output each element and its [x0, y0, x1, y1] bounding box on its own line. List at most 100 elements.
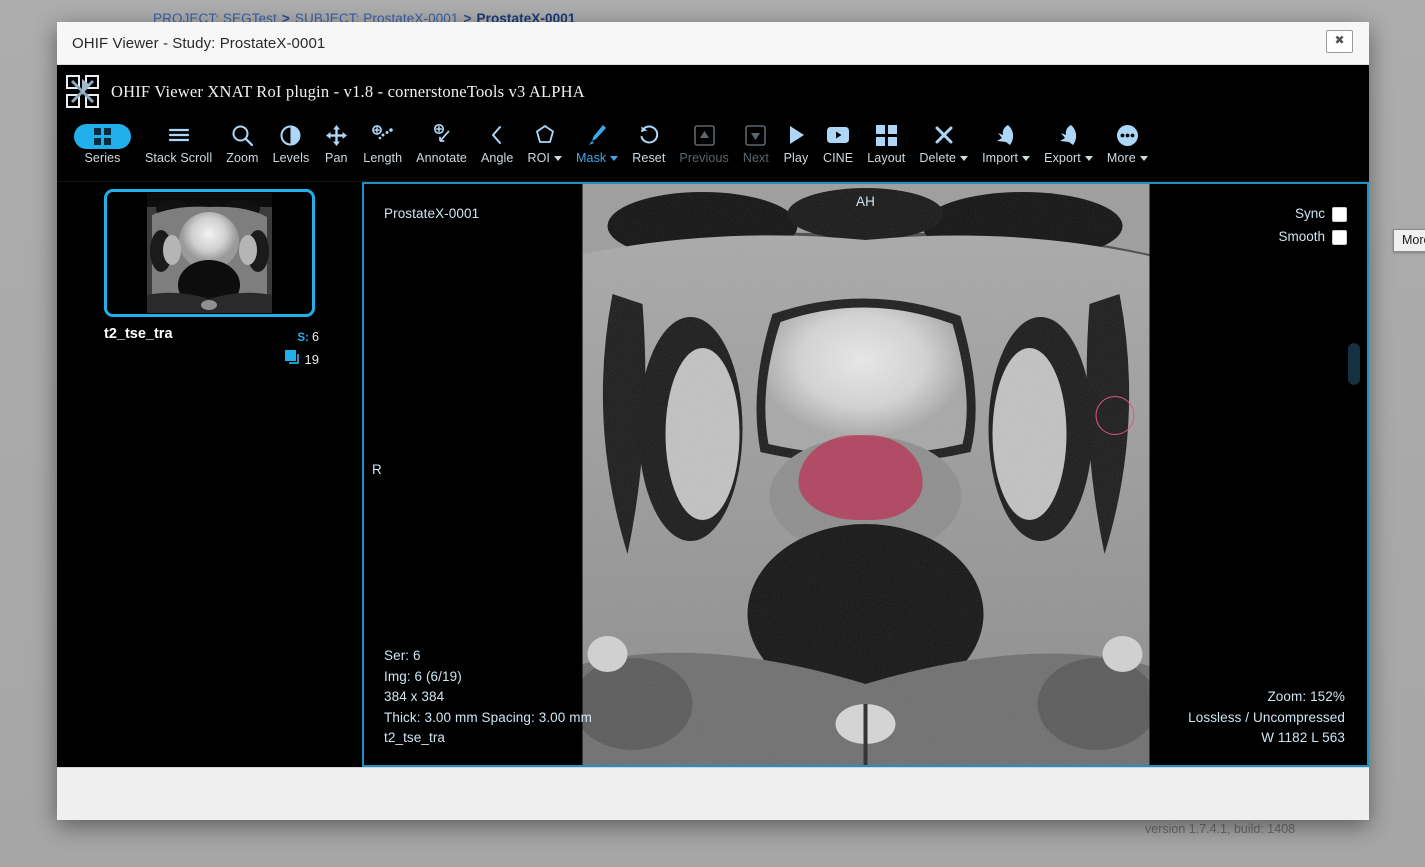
tool-levels[interactable]: Levels — [266, 118, 317, 176]
magnifier-icon — [231, 120, 254, 150]
info-spacing: Thick: 3.00 mm Spacing: 3.00 mm — [384, 708, 592, 729]
tool-more[interactable]: More — [1100, 118, 1155, 176]
angle-icon — [487, 120, 507, 150]
xnat-version-text: version 1.7.4.1, build: 1408 — [1145, 822, 1295, 836]
series-thumbnail-item: t2_tse_tra S: 6 19 — [104, 189, 319, 369]
tool-label-stack-scroll: Stack Scroll — [145, 151, 212, 165]
tool-zoom[interactable]: Zoom — [219, 118, 265, 176]
tool-play[interactable]: Play — [776, 118, 816, 176]
ohif-app-root: OHIF Viewer XNAT RoI plugin - v1.8 - cor… — [57, 65, 1369, 767]
tool-import[interactable]: Import — [975, 118, 1037, 176]
tool-series[interactable]: Series — [67, 118, 138, 176]
series-panel: t2_tse_tra S: 6 19 — [57, 182, 362, 767]
image-viewport[interactable]: ProstateX-0001 AH R Sync Smooth — [362, 182, 1369, 767]
dicom-image — [582, 184, 1149, 767]
chevron-down-icon — [554, 156, 562, 161]
modal-footer — [57, 767, 1369, 820]
tool-label-cine: CINE — [823, 151, 853, 165]
tool-label-import: Import — [982, 151, 1030, 165]
smooth-checkbox[interactable] — [1332, 230, 1347, 245]
grid-icon — [74, 120, 131, 150]
move-arrows-icon — [325, 120, 348, 150]
tool-export-text: Export — [1044, 151, 1081, 165]
tool-label-previous: Previous — [679, 151, 728, 165]
tool-stack-scroll[interactable]: Stack Scroll — [138, 118, 219, 176]
tool-delete-text: Delete — [919, 151, 956, 165]
tool-label-play: Play — [784, 151, 809, 165]
sync-checkbox[interactable] — [1332, 207, 1347, 222]
modal-body: OHIF Viewer XNAT RoI plugin - v1.8 - cor… — [57, 65, 1369, 820]
export-icon — [1057, 120, 1081, 150]
modal-header: OHIF Viewer - Study: ProstateX-0001 ✖ — [57, 22, 1369, 65]
tool-roi-text: ROI — [527, 151, 550, 165]
tool-previous[interactable]: Previous — [672, 118, 735, 176]
frames-count: 19 — [305, 351, 319, 369]
tool-roi[interactable]: ROI — [520, 118, 569, 176]
tool-angle[interactable]: Angle — [474, 118, 520, 176]
thumbnail-image — [147, 193, 272, 313]
tool-cine[interactable]: CINE — [816, 118, 860, 176]
chevron-down-icon — [1085, 156, 1093, 161]
tool-import-text: Import — [982, 151, 1018, 165]
cine-icon — [826, 120, 850, 150]
tool-annotate[interactable]: Annotate — [409, 118, 474, 176]
tool-next[interactable]: Next — [736, 118, 776, 176]
chevron-down-icon — [1022, 156, 1030, 161]
main-area: t2_tse_tra S: 6 19 — [57, 182, 1369, 767]
tool-mask-text: Mask — [576, 151, 606, 165]
info-compression: Lossless / Uncompressed — [1188, 708, 1345, 729]
viewport-scrollbar-thumb[interactable] — [1348, 343, 1360, 385]
ellipsis-icon — [1116, 120, 1139, 150]
series-frames: 19 — [285, 350, 319, 370]
ohif-viewer-modal: OHIF Viewer - Study: ProstateX-0001 ✖ — [57, 22, 1369, 820]
more-tooltip: More — [1393, 229, 1425, 252]
tool-label-annotate: Annotate — [416, 151, 467, 165]
tool-reset[interactable]: Reset — [625, 118, 672, 176]
brand-title: OHIF Viewer XNAT RoI plugin - v1.8 - cor… — [111, 82, 585, 102]
tool-label-zoom: Zoom — [226, 151, 258, 165]
length-icon — [371, 120, 395, 150]
series-number-label: S: 6 — [297, 332, 319, 344]
tool-export[interactable]: Export — [1037, 118, 1100, 176]
tool-length[interactable]: Length — [356, 118, 409, 176]
polygon-icon — [534, 120, 556, 150]
chevron-down-icon — [610, 156, 618, 161]
tool-delete[interactable]: Delete — [912, 118, 975, 176]
info-window-level: W 1182 L 563 — [1188, 728, 1345, 749]
layout-icon — [876, 120, 897, 150]
chevron-down-icon — [960, 156, 968, 161]
tool-label-angle: Angle — [481, 151, 513, 165]
tool-label-reset: Reset — [632, 151, 665, 165]
contrast-icon — [279, 120, 302, 150]
series-name: t2_tse_tra — [104, 326, 285, 342]
smooth-label: Smooth — [1278, 227, 1325, 247]
reset-icon — [638, 120, 660, 150]
viewport-info-bottom-right: Zoom: 152% Lossless / Uncompressed W 118… — [1188, 687, 1345, 749]
close-icon[interactable]: ✖ — [1326, 30, 1353, 53]
tool-mask[interactable]: Mask — [569, 118, 625, 176]
tool-label-delete: Delete — [919, 151, 968, 165]
toolbar: Series Stack Scroll Zoom — [57, 118, 1369, 182]
annotate-icon — [430, 120, 454, 150]
smooth-toggle-row[interactable]: Smooth — [1278, 227, 1347, 247]
tool-label-roi: ROI — [527, 151, 562, 165]
tool-more-text: More — [1107, 151, 1136, 165]
tool-label-more: More — [1107, 151, 1148, 165]
tool-label-mask: Mask — [576, 151, 618, 165]
page-root: PROJECT: SEGTest>SUBJECT: ProstateX-0001… — [0, 0, 1425, 867]
play-icon — [785, 120, 807, 150]
series-thumbnail-t2-tse-tra[interactable] — [104, 189, 315, 317]
chevron-down-icon — [1140, 156, 1148, 161]
tool-label-next: Next — [743, 151, 769, 165]
info-dimensions: 384 x 384 — [384, 687, 592, 708]
tool-pan[interactable]: Pan — [316, 118, 356, 176]
tool-label-series: Series — [84, 151, 120, 165]
info-description: t2_tse_tra — [384, 728, 592, 749]
series-number-prefix: S: — [297, 332, 309, 344]
info-image: Img: 6 (6/19) — [384, 667, 592, 688]
tool-label-length: Length — [363, 151, 402, 165]
sync-toggle-row[interactable]: Sync — [1278, 204, 1347, 224]
tool-layout[interactable]: Layout — [860, 118, 912, 176]
viewport-patient-id: ProstateX-0001 — [384, 204, 479, 225]
modal-title: OHIF Viewer - Study: ProstateX-0001 — [72, 35, 325, 52]
